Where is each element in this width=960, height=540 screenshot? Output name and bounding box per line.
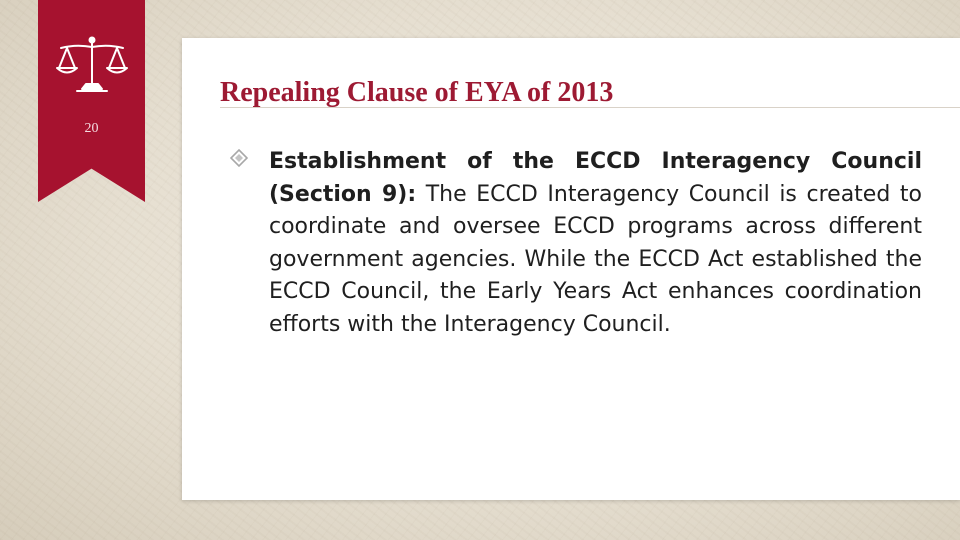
slide-number: 20 <box>84 121 99 136</box>
bullet-text: Establishment of the ECCD Interagency Co… <box>269 146 922 341</box>
slide-title: Repealing Clause of EYA of 2013 <box>220 77 614 108</box>
content-panel: Repealing Clause of EYA of 2013 Establis… <box>182 38 960 500</box>
slide-number-ribbon: 20 <box>38 0 145 202</box>
scales-of-justice-icon <box>56 36 128 92</box>
title-divider <box>220 107 960 108</box>
diamond-bullet-icon <box>230 149 248 167</box>
